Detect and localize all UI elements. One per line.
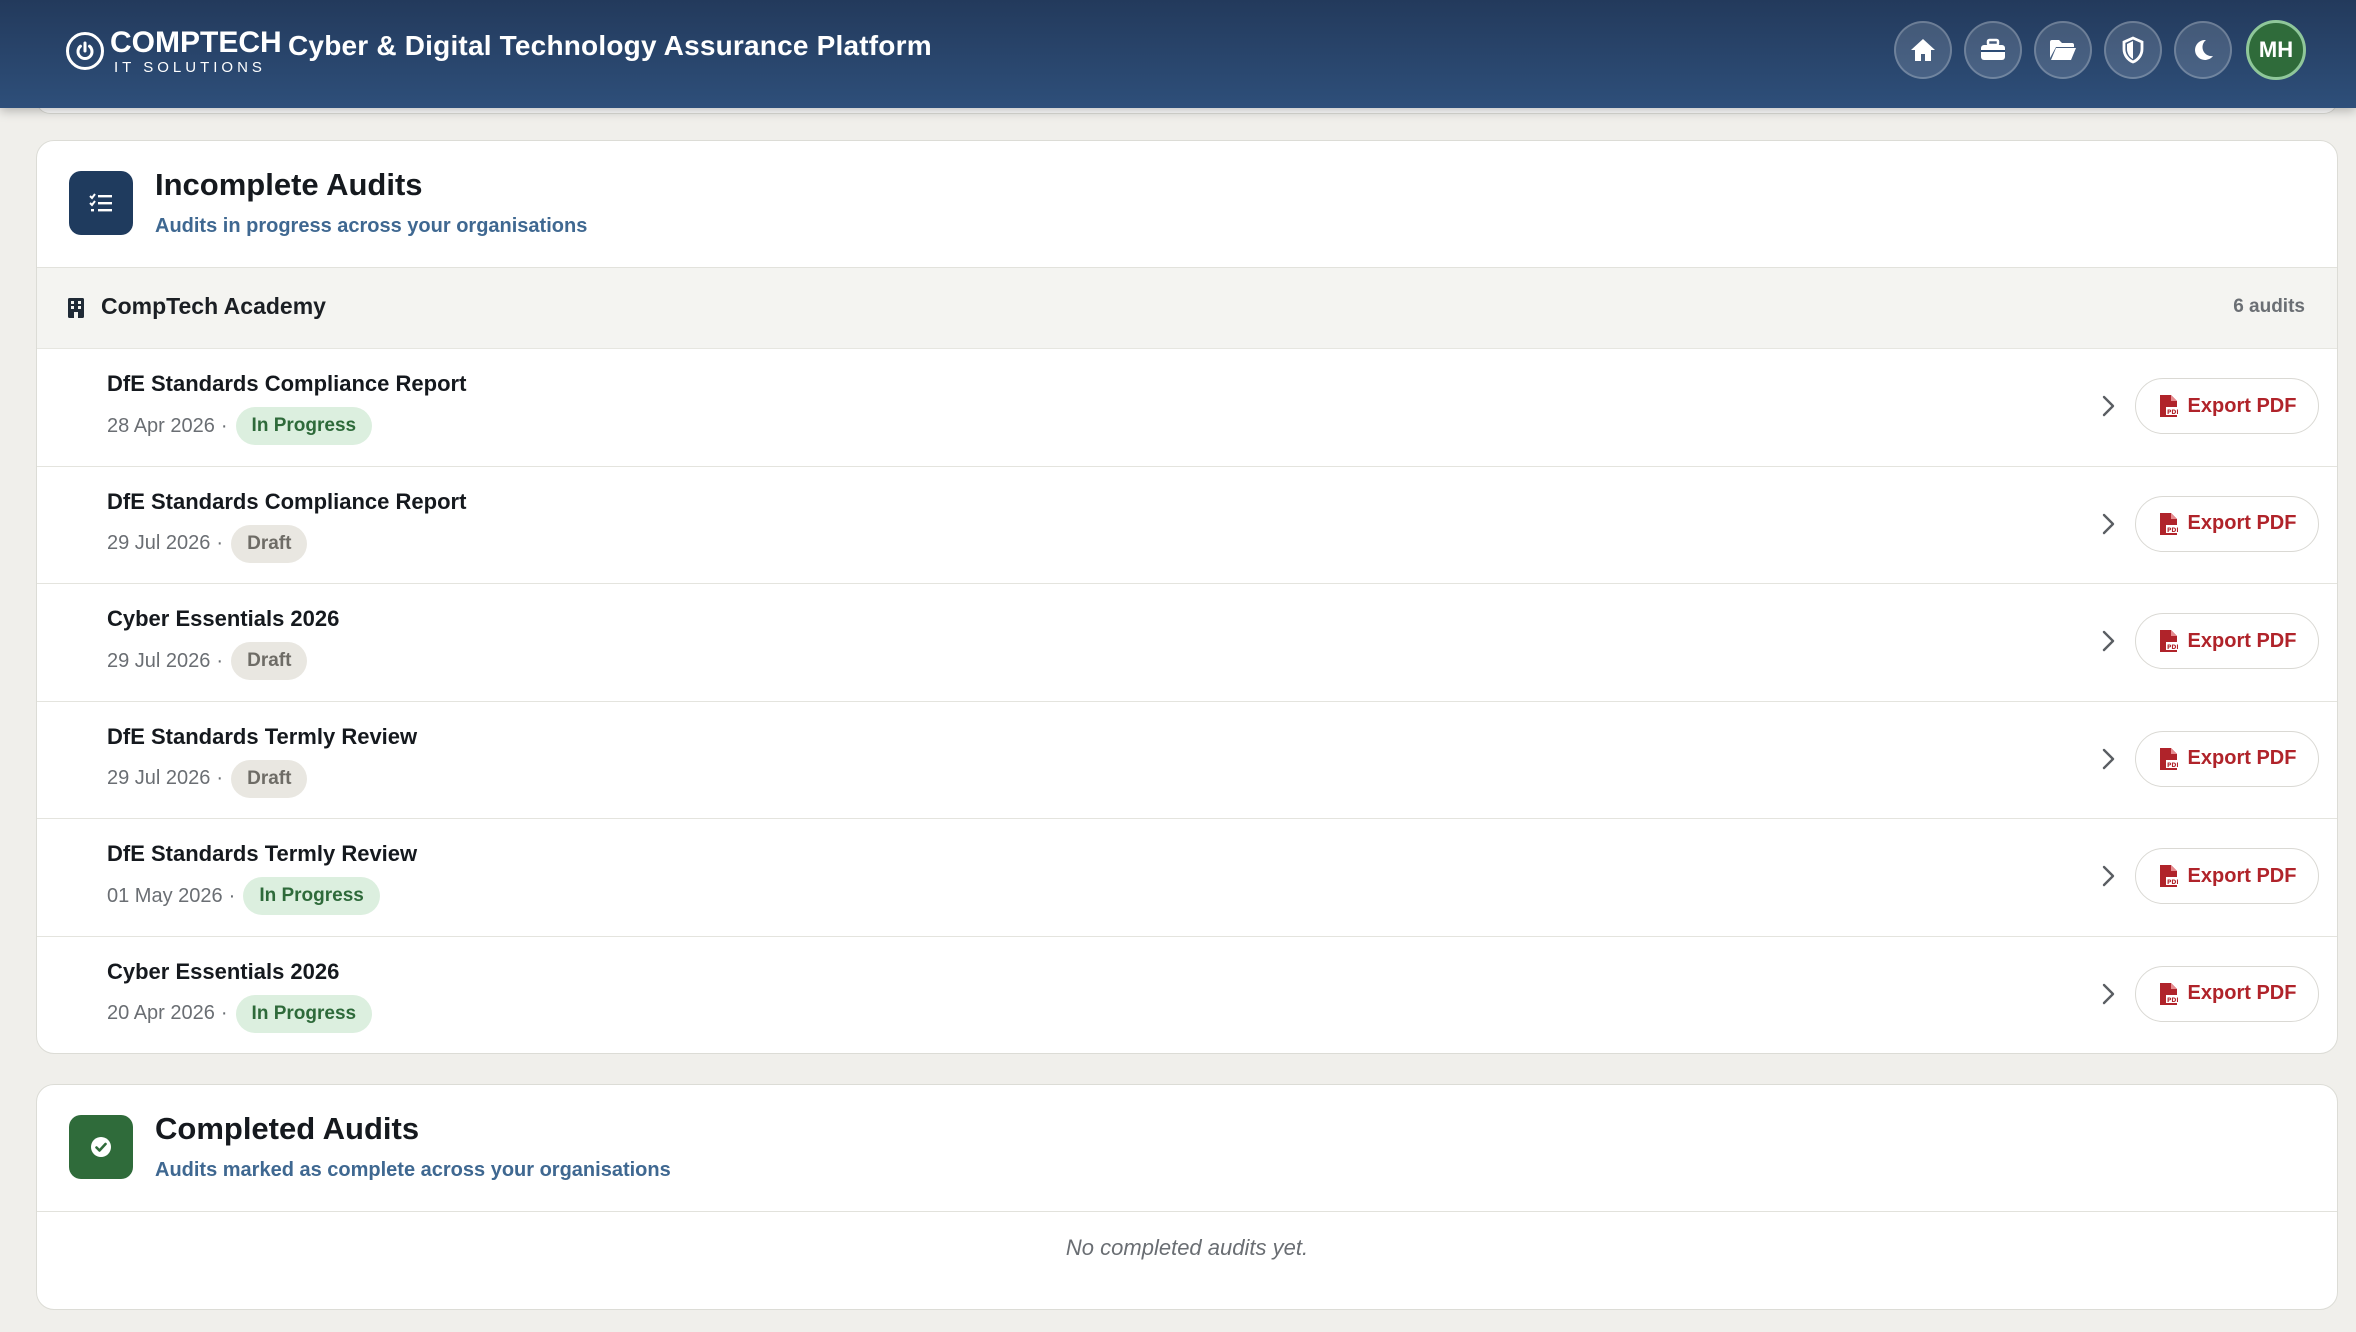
status-badge: In Progress <box>235 994 373 1033</box>
audit-title: Cyber Essentials 2026 <box>107 606 340 631</box>
app-title: Cyber & Digital Technology Assurance Pla… <box>288 30 932 61</box>
separator: · <box>228 884 236 907</box>
moon-icon <box>2195 39 2213 60</box>
home-icon <box>1911 39 1935 61</box>
top-navigation-bar: COMPTECH IT SOLUTIONS Cyber & Digital Te… <box>0 0 2356 108</box>
export-pdf-label: Export PDF <box>2187 864 2297 887</box>
svg-text:PDF: PDF <box>2167 997 2178 1004</box>
svg-text:PDF: PDF <box>2167 409 2178 416</box>
svg-text:PDF: PDF <box>2167 527 2178 534</box>
svg-text:PDF: PDF <box>2167 879 2178 886</box>
svg-text:PDF: PDF <box>2167 762 2178 769</box>
audit-count: 6 audits <box>2233 296 2305 317</box>
svg-text:PDF: PDF <box>2167 644 2178 651</box>
audit-row[interactable]: Cyber Essentials 2026 20 Apr 2026 · In Prog… <box>37 937 2337 1054</box>
audit-date: 20 Apr 2026 <box>107 1002 215 1024</box>
export-pdf-label: Export PDF <box>2187 982 2297 1004</box>
audit-date: 01 May 2026 <box>107 884 223 907</box>
empty-state-message: No completed audits yet. <box>1065 1235 1309 1260</box>
export-pdf-label: Export PDF <box>2187 394 2297 417</box>
audit-meta: 29 Jul 2026 · Draft <box>107 642 308 680</box>
pdf-file-icon: PDF <box>2159 747 2178 770</box>
briefcase-icon <box>1981 38 2005 60</box>
export-pdf-button[interactable]: PDF Export PDF <box>2135 495 2319 552</box>
chevron-right-icon[interactable] <box>2101 746 2117 772</box>
separator: · <box>216 532 224 554</box>
incomplete-audits-card: Incomplete Audits Audits in progress acr… <box>36 140 2338 1054</box>
pdf-file-icon: PDF <box>2159 630 2178 652</box>
chevron-right-icon[interactable] <box>2101 628 2117 654</box>
audit-date: 29 Jul 2026 <box>107 649 211 672</box>
audit-meta: 28 Apr 2026 · In Progress <box>107 407 373 445</box>
logo-main-text: COMPTECH <box>110 25 282 59</box>
audit-title: DfE Standards Termly Review <box>107 841 418 866</box>
user-avatar[interactable]: MH <box>2246 20 2306 80</box>
checklist-icon <box>69 171 133 235</box>
security-button[interactable] <box>2104 21 2162 79</box>
completed-audits-header: Completed Audits Audits marked as comple… <box>37 1085 2337 1212</box>
pdf-file-icon: PDF <box>2159 395 2178 417</box>
organisation-group-header: CompTech Academy 6 audits <box>37 268 2337 349</box>
status-badge: Draft <box>231 524 308 563</box>
audit-date: 28 Apr 2026 <box>107 414 215 437</box>
completed-audits-subtitle: Audits marked as complete across your or… <box>155 1159 671 1181</box>
status-badge: In Progress <box>243 877 380 915</box>
building-icon <box>68 298 84 318</box>
check-circle-icon <box>69 1115 133 1179</box>
home-button[interactable] <box>1894 21 1952 79</box>
chevron-right-icon[interactable] <box>2101 393 2117 419</box>
audit-row[interactable]: DfE Standards Termly Review 29 Jul 2026 · D… <box>37 702 2337 819</box>
organisation-name: CompTech Academy <box>101 293 326 319</box>
status-badge: In Progress <box>235 407 373 445</box>
export-pdf-label: Export PDF <box>2187 629 2297 652</box>
status-badge: Draft <box>231 759 308 798</box>
logo-sub-text: IT SOLUTIONS <box>114 58 266 76</box>
completed-audits-card: Completed Audits Audits marked as comple… <box>36 1084 2338 1310</box>
audit-title: DfE Standards Termly Review <box>107 723 418 749</box>
separator: · <box>220 414 228 437</box>
pdf-file-icon: PDF <box>2159 512 2178 535</box>
audit-title: DfE Standards Compliance Report <box>107 371 467 396</box>
audit-row[interactable]: DfE Standards Termly Review 01 May 2026 · I… <box>37 819 2337 937</box>
folder-open-icon <box>2050 40 2076 60</box>
audit-row[interactable]: DfE Standards Compliance Report 28 Apr 20… <box>37 349 2337 467</box>
separator: · <box>216 649 224 672</box>
export-pdf-button[interactable]: PDF Export PDF <box>2135 613 2319 669</box>
export-pdf-label: Export PDF <box>2187 747 2297 769</box>
chevron-right-icon[interactable] <box>2101 863 2117 889</box>
audit-title: DfE Standards Compliance Report <box>107 488 467 514</box>
audit-meta: 20 Apr 2026 · In Progress <box>107 994 373 1033</box>
incomplete-audits-subtitle: Audits in progress across your organisat… <box>155 215 588 237</box>
audit-row[interactable]: Cyber Essentials 2026 29 Jul 2026 · Draft PD… <box>37 584 2337 702</box>
audit-meta: 29 Jul 2026 · Draft <box>107 759 308 798</box>
chevron-right-icon[interactable] <box>2101 511 2117 537</box>
incomplete-audits-header: Incomplete Audits Audits in progress acr… <box>37 141 2337 268</box>
incomplete-audits-title: Incomplete Audits <box>155 167 423 202</box>
shield-icon <box>2122 36 2144 64</box>
export-pdf-label: Export PDF <box>2187 512 2297 534</box>
completed-audits-title: Completed Audits <box>155 1111 420 1146</box>
comptech-logo[interactable]: COMPTECH IT SOLUTIONS <box>66 25 282 76</box>
separator: · <box>216 767 224 789</box>
power-icon <box>66 32 104 70</box>
pdf-file-icon: PDF <box>2159 982 2178 1005</box>
pdf-file-icon: PDF <box>2159 865 2178 887</box>
audit-meta: 01 May 2026 · In Progress <box>107 877 380 915</box>
export-pdf-button[interactable]: PDF Export PDF <box>2135 965 2319 1022</box>
export-pdf-button[interactable]: PDF Export PDF <box>2135 378 2319 434</box>
audit-date: 29 Jul 2026 <box>107 767 211 789</box>
export-pdf-button[interactable]: PDF Export PDF <box>2135 848 2319 904</box>
separator: · <box>220 1002 228 1024</box>
audit-title: Cyber Essentials 2026 <box>107 958 340 984</box>
chevron-right-icon[interactable] <box>2101 981 2117 1007</box>
audit-meta: 29 Jul 2026 · Draft <box>107 524 308 563</box>
export-pdf-button[interactable]: PDF Export PDF <box>2135 730 2319 787</box>
dark-mode-toggle[interactable] <box>2174 21 2232 79</box>
folder-button[interactable] <box>2034 21 2092 79</box>
briefcase-button[interactable] <box>1964 21 2022 79</box>
audit-row[interactable]: DfE Standards Compliance Report 29 Jul 20… <box>37 467 2337 584</box>
audit-list: DfE Standards Compliance Report 28 Apr 20… <box>37 349 2337 1054</box>
status-badge: Draft <box>231 642 308 680</box>
audit-date: 29 Jul 2026 <box>107 532 211 554</box>
